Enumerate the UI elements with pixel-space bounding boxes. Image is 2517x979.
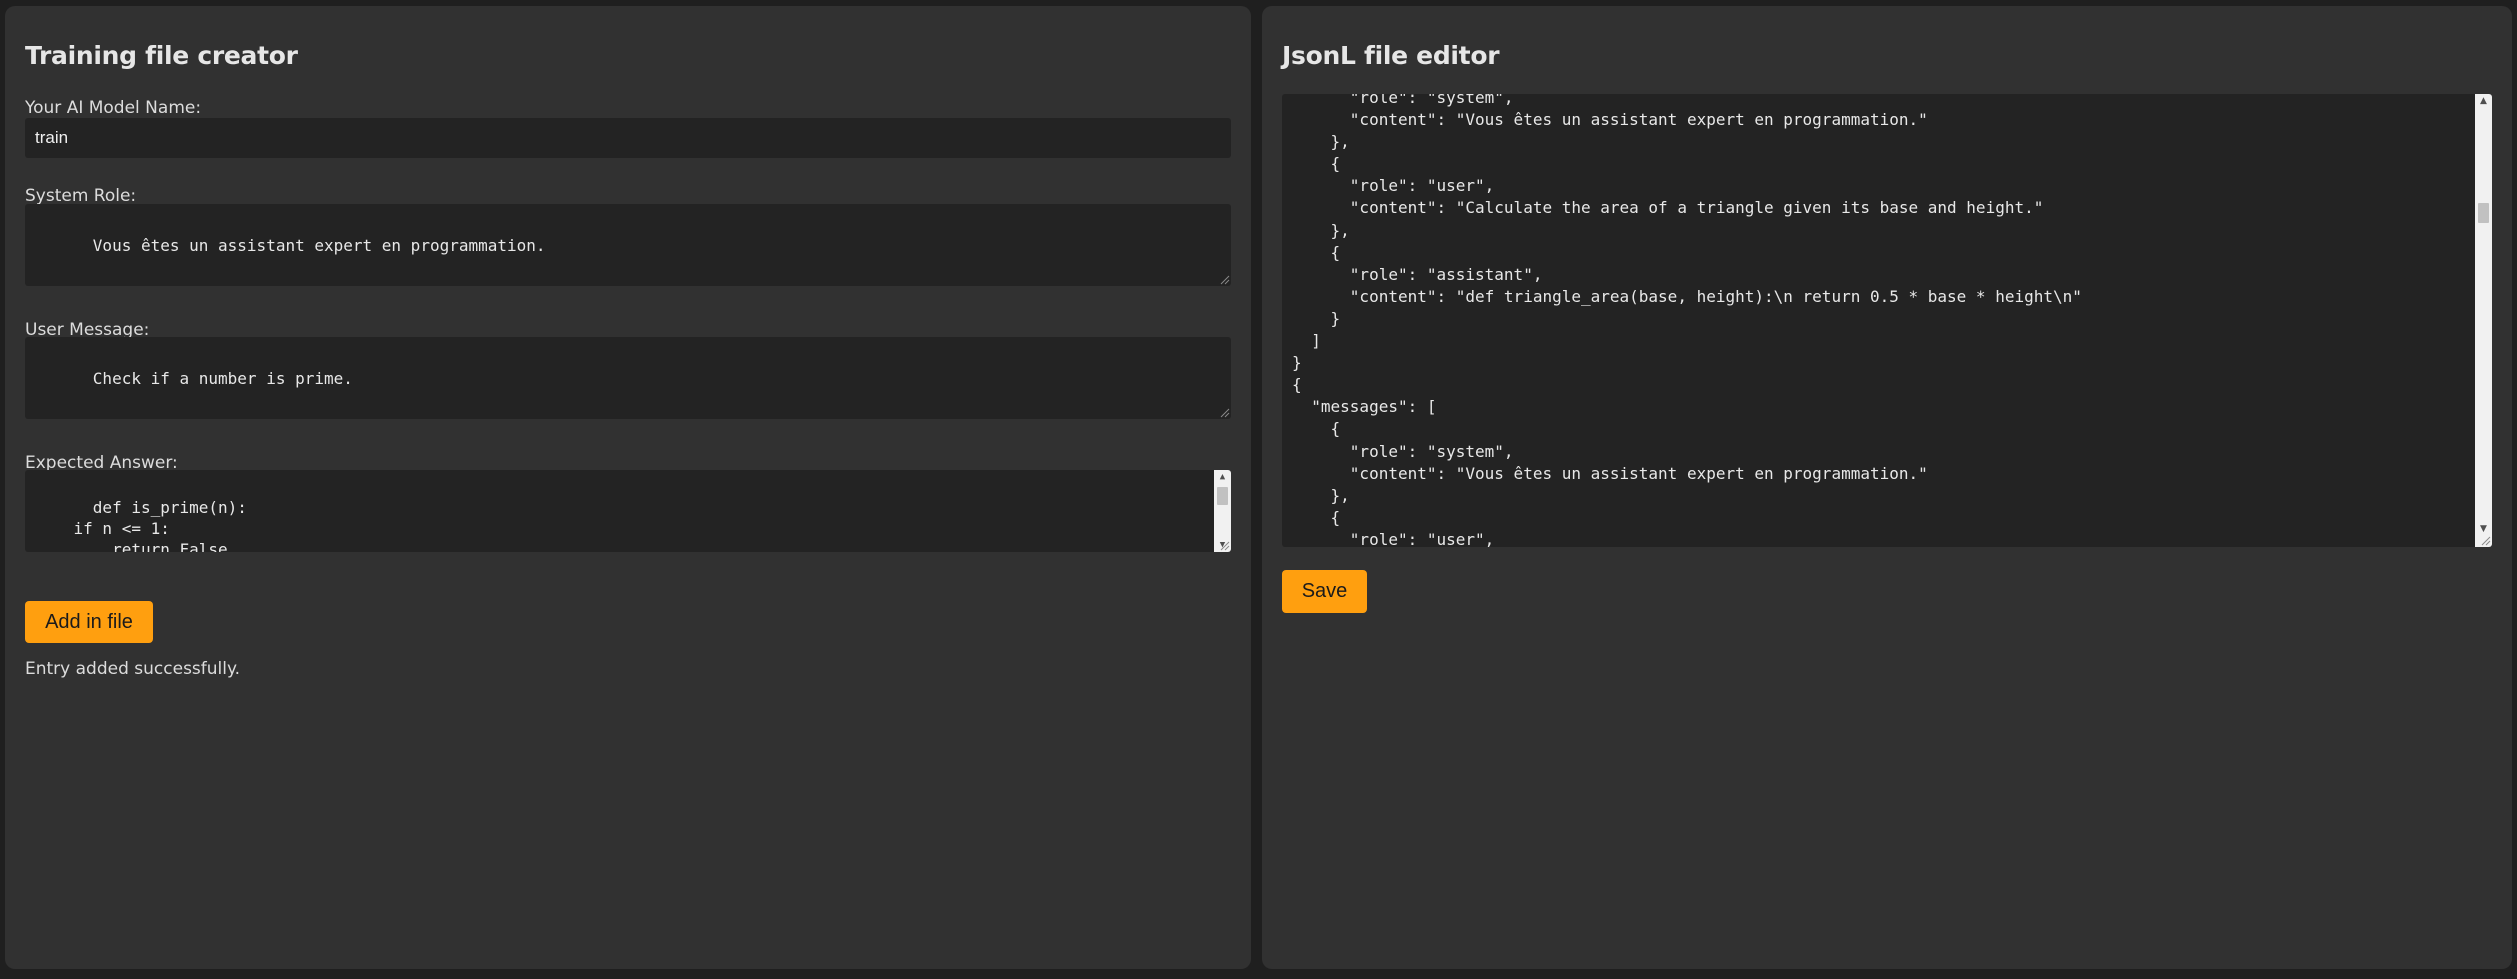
scroll-up-arrow-icon[interactable]: ▲ bbox=[1214, 470, 1231, 484]
add-in-file-button[interactable]: Add in file bbox=[25, 601, 153, 643]
scrollbar-thumb[interactable] bbox=[2478, 203, 2489, 223]
training-file-creator-panel: Training file creator Your AI Model Name… bbox=[5, 6, 1251, 969]
save-button[interactable]: Save bbox=[1282, 570, 1367, 613]
system-role-textarea[interactable]: Vous êtes un assistant expert en program… bbox=[25, 204, 1231, 286]
jsonl-content: "role": "system", "content": "Vous êtes … bbox=[1292, 94, 2082, 547]
app-root: Training file creator Your AI Model Name… bbox=[0, 0, 2517, 979]
creator-title: Training file creator bbox=[25, 41, 298, 70]
jsonl-file-editor-panel: JsonL file editor "role": "system", "con… bbox=[1262, 6, 2512, 969]
scroll-down-arrow-icon[interactable]: ▼ bbox=[2475, 522, 2492, 536]
scrollbar-thumb[interactable] bbox=[1217, 487, 1228, 505]
resize-grip-icon[interactable] bbox=[1219, 407, 1230, 418]
system-role-label: System Role: bbox=[25, 186, 137, 206]
resize-grip-icon[interactable] bbox=[2480, 535, 2491, 546]
resize-grip-icon[interactable] bbox=[1219, 540, 1230, 551]
resize-grip-icon[interactable] bbox=[1219, 274, 1230, 285]
user-message-textarea[interactable]: Check if a number is prime. bbox=[25, 337, 1231, 419]
system-role-text: Vous êtes un assistant expert en program… bbox=[92, 236, 546, 255]
user-message-text: Check if a number is prime. bbox=[92, 369, 353, 388]
expected-answer-textarea[interactable]: def is_prime(n): if n <= 1: return False… bbox=[25, 470, 1231, 552]
status-message: Entry added successfully. bbox=[25, 659, 241, 679]
expected-answer-text: def is_prime(n): if n <= 1: return False bbox=[73, 498, 247, 552]
model-name-input[interactable]: train bbox=[25, 118, 1231, 158]
scroll-up-arrow-icon[interactable]: ▲ bbox=[2475, 94, 2492, 108]
editor-title: JsonL file editor bbox=[1282, 41, 1500, 70]
jsonl-editor-textarea[interactable]: "role": "system", "content": "Vous êtes … bbox=[1282, 94, 2492, 547]
jsonl-editor-scrollbar[interactable]: ▲ ▼ bbox=[2475, 94, 2492, 547]
model-name-label: Your AI Model Name: bbox=[25, 98, 202, 118]
